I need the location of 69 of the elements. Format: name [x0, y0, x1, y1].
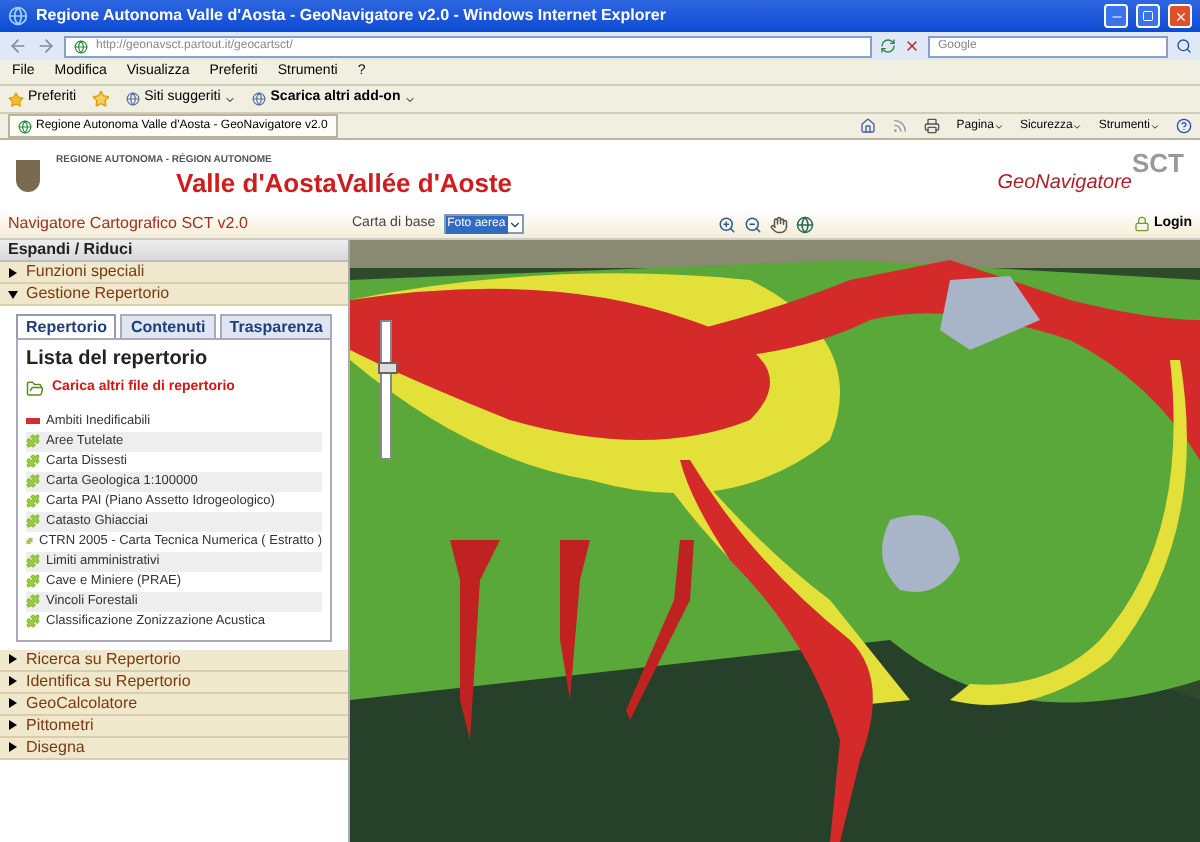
puzzle-icon	[26, 594, 40, 608]
star-icon[interactable]	[8, 91, 24, 107]
accordion-header[interactable]: GeoCalcolatore	[0, 693, 348, 715]
puzzle-icon	[26, 534, 34, 548]
caret-icon[interactable]	[224, 93, 237, 105]
list-title: Lista del repertorio	[26, 346, 210, 374]
maximize-button[interactable]	[1136, 4, 1160, 28]
accordion-header[interactable]: Identifica su Repertorio	[0, 671, 348, 693]
accordion-header[interactable]: Disegna	[0, 737, 348, 759]
expanded-arrow-icon	[8, 289, 18, 299]
home-icon[interactable]	[860, 118, 877, 134]
coat-of-arms-icon	[16, 159, 40, 191]
logo-text: Vallée d'Aoste	[336, 169, 513, 196]
line-symbol-icon	[26, 418, 40, 424]
refresh-icon[interactable]	[880, 38, 896, 54]
collapsed-arrow-icon	[8, 654, 18, 664]
page-icon	[126, 92, 141, 106]
brand-text: SCT	[1132, 145, 1184, 182]
page-icon	[252, 92, 267, 106]
back-icon[interactable]	[8, 36, 28, 56]
globe-icon	[18, 119, 32, 133]
zoom-slider[interactable]	[380, 320, 392, 460]
puzzle-icon	[26, 434, 40, 448]
search-icon[interactable]	[1176, 38, 1192, 54]
collapsed-arrow-icon	[8, 720, 18, 730]
logo-text: Valle d'Aosta	[176, 169, 337, 196]
accordion-header[interactable]: Ricerca su Repertorio	[0, 649, 348, 671]
puzzle-icon	[26, 494, 40, 508]
browser-icon	[8, 6, 28, 26]
caret-icon[interactable]	[1150, 121, 1160, 131]
folder-icon	[26, 379, 44, 398]
accordion-header[interactable]: Gestione Repertorio	[0, 284, 348, 306]
puzzle-icon	[26, 574, 40, 588]
window-title: Regione Autonoma Valle d'Aosta - GeoNavigatore v2.0 - Windows Internet Explorer	[36, 4, 668, 28]
lock-icon[interactable]	[1133, 216, 1150, 232]
pan-icon[interactable]	[769, 215, 788, 233]
close-icon	[1173, 9, 1187, 23]
puzzle-icon	[26, 614, 40, 628]
collapsed-arrow-icon	[8, 698, 18, 708]
zoom-thumb[interactable]	[378, 361, 398, 374]
tab[interactable]: Repertorio	[16, 314, 117, 338]
puzzle-icon	[26, 554, 40, 568]
collapsed-arrow-icon	[8, 676, 18, 686]
close-button[interactable]	[1168, 4, 1192, 28]
app-title: Navigatore Cartografico SCT v2.0	[8, 212, 250, 236]
accordion-header[interactable]: Pittometri	[0, 715, 348, 737]
sidebar-header[interactable]: Espandi / Riduci	[0, 240, 348, 262]
caret-icon[interactable]	[993, 121, 1004, 131]
minimize-button[interactable]	[1104, 4, 1128, 28]
caret-icon[interactable]	[404, 93, 417, 105]
help-icon[interactable]	[1176, 118, 1192, 134]
tab[interactable]: Contenuti	[120, 314, 216, 338]
tab[interactable]: Trasparenza	[219, 314, 333, 338]
collapsed-arrow-icon	[8, 742, 18, 752]
zoom-in-icon[interactable]	[717, 215, 736, 233]
zoom-out-icon[interactable]	[743, 215, 762, 233]
app-name: GeoNavigatore	[997, 170, 1132, 198]
globe-icon	[74, 39, 88, 53]
print-icon[interactable]	[924, 118, 941, 134]
puzzle-icon	[26, 474, 40, 488]
collapsed-arrow-icon	[8, 267, 18, 277]
globe-icon[interactable]	[795, 215, 814, 233]
forward-icon[interactable]	[36, 36, 56, 56]
accordion-header[interactable]: Funzioni speciali	[0, 262, 348, 284]
puzzle-icon	[26, 514, 40, 528]
stop-icon[interactable]	[904, 38, 920, 54]
caret-icon[interactable]	[1072, 121, 1083, 131]
puzzle-icon	[26, 454, 40, 468]
maximize-icon	[1142, 10, 1154, 22]
